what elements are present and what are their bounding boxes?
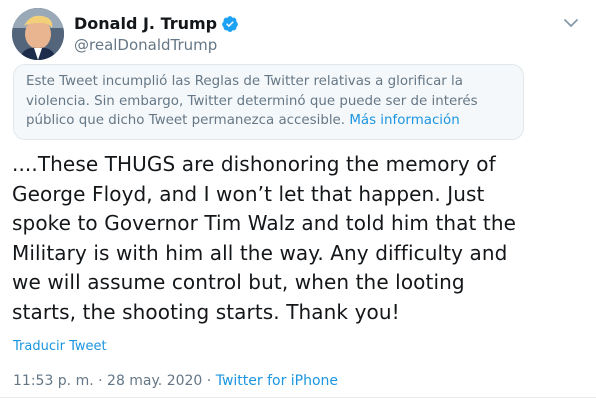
tweet-source-link[interactable]: Twitter for iPhone xyxy=(216,373,338,389)
tweet-line: ....These THUGS are dishonoring the memo… xyxy=(12,152,496,176)
chevron-down-icon[interactable] xyxy=(562,14,580,32)
tweet-line: spoke to Governor Tim Walz and told him … xyxy=(12,211,517,236)
tweet-date[interactable]: 28 may. 2020 xyxy=(107,373,202,389)
tweet-line: George Floyd, and I won’t let that happe… xyxy=(12,181,485,206)
avatar[interactable] xyxy=(12,8,64,60)
tweet-header: Donald J. Trump @realDonaldTrump xyxy=(12,8,584,68)
tweet-line: starts, the shooting starts. Thank you! xyxy=(12,299,400,324)
user-handle[interactable]: @realDonaldTrump xyxy=(74,36,239,54)
learn-more-link[interactable]: Más información xyxy=(349,113,459,128)
tweet-meta: 11:53 p. m. · 28 may. 2020 · Twitter for… xyxy=(13,373,338,389)
tweet-text: ....These THUGS are dishonoring the memo… xyxy=(12,150,590,328)
tweet-time[interactable]: 11:53 p. m. xyxy=(13,373,94,389)
tweet-line: we will assume control but, when the loo… xyxy=(12,270,465,295)
meta-separator: · xyxy=(93,373,108,389)
translate-tweet-link[interactable]: Traducir Tweet xyxy=(13,339,107,354)
divider xyxy=(0,397,596,398)
verified-badge-icon xyxy=(221,15,239,33)
meta-separator: · xyxy=(202,373,216,389)
policy-notice: Este Tweet incumplió las Reglas de Twitt… xyxy=(13,64,524,140)
display-name[interactable]: Donald J. Trump xyxy=(74,14,217,33)
tweet-line: Military is with him all the way. Any di… xyxy=(12,240,508,265)
